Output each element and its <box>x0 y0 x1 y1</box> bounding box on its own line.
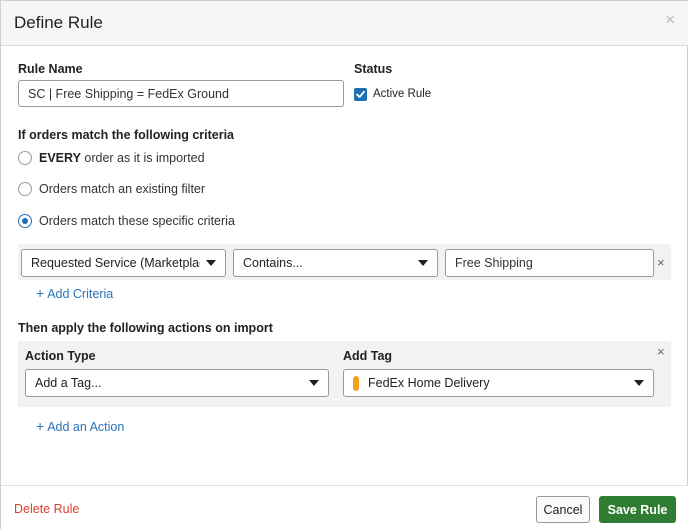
criteria-field-value: Requested Service (Marketplac... <box>31 256 200 270</box>
add-criteria-label: Add Criteria <box>47 287 114 301</box>
criteria-operator-select[interactable]: Contains... <box>233 249 438 277</box>
action-type-label: Action Type <box>25 349 96 363</box>
active-rule-checkbox[interactable] <box>354 88 367 101</box>
chevron-down-icon <box>418 260 428 266</box>
chevron-down-icon <box>634 380 644 386</box>
remove-criteria-icon[interactable]: × <box>657 256 665 269</box>
add-criteria-link[interactable]: + Add Criteria <box>36 285 113 301</box>
checkmark-icon <box>356 90 365 98</box>
delete-rule-button[interactable]: Delete Rule <box>14 502 79 516</box>
criteria-option-every[interactable]: EVERY order as it is imported <box>18 150 205 166</box>
rule-name-input[interactable] <box>18 80 344 107</box>
tag-select[interactable]: FedEx Home Delivery <box>343 369 654 397</box>
radio-button[interactable] <box>18 182 32 196</box>
radio-button[interactable] <box>18 151 32 165</box>
close-icon[interactable]: × <box>665 10 675 30</box>
actions-heading: Then apply the following actions on impo… <box>18 321 273 335</box>
dialog-header: Define Rule × <box>1 1 688 46</box>
tag-color-swatch <box>353 375 359 391</box>
tag-value: FedEx Home Delivery <box>368 376 490 390</box>
status-label: Status <box>354 62 393 76</box>
criteria-field-select[interactable]: Requested Service (Marketplac... <box>21 249 226 277</box>
cancel-button[interactable]: Cancel <box>536 496 590 523</box>
criteria-operator-value: Contains... <box>243 256 303 270</box>
save-rule-button[interactable]: Save Rule <box>599 496 676 523</box>
remove-action-icon[interactable]: × <box>657 345 665 358</box>
add-tag-label: Add Tag <box>343 349 393 363</box>
active-rule-label: Active Rule <box>373 88 432 100</box>
dialog-footer: Delete Rule Cancel Save Rule <box>1 485 688 529</box>
criteria-heading: If orders match the following criteria <box>18 128 235 142</box>
criteria-option-label: EVERY order as it is imported <box>39 151 205 165</box>
criteria-value-input[interactable] <box>445 249 654 277</box>
criteria-option-existing-filter[interactable]: Orders match an existing filter <box>18 181 205 197</box>
add-action-link[interactable]: + Add an Action <box>36 418 124 434</box>
chevron-down-icon <box>309 380 319 386</box>
rule-name-label: Rule Name <box>18 62 83 76</box>
define-rule-dialog: Define Rule × Rule Name Status Active Ru… <box>0 0 688 529</box>
chevron-down-icon <box>206 260 216 266</box>
criteria-option-specific[interactable]: Orders match these specific criteria <box>18 213 235 229</box>
plus-icon: + <box>36 285 45 301</box>
plus-icon: + <box>36 418 45 434</box>
action-type-value: Add a Tag... <box>35 376 102 390</box>
action-type-select[interactable]: Add a Tag... <box>25 369 329 397</box>
radio-button-selected[interactable] <box>18 214 32 228</box>
add-action-label: Add an Action <box>47 420 125 434</box>
criteria-option-label: Orders match an existing filter <box>39 182 206 196</box>
criteria-option-label: Orders match these specific criteria <box>39 214 235 228</box>
dialog-title: Define Rule <box>14 13 103 32</box>
